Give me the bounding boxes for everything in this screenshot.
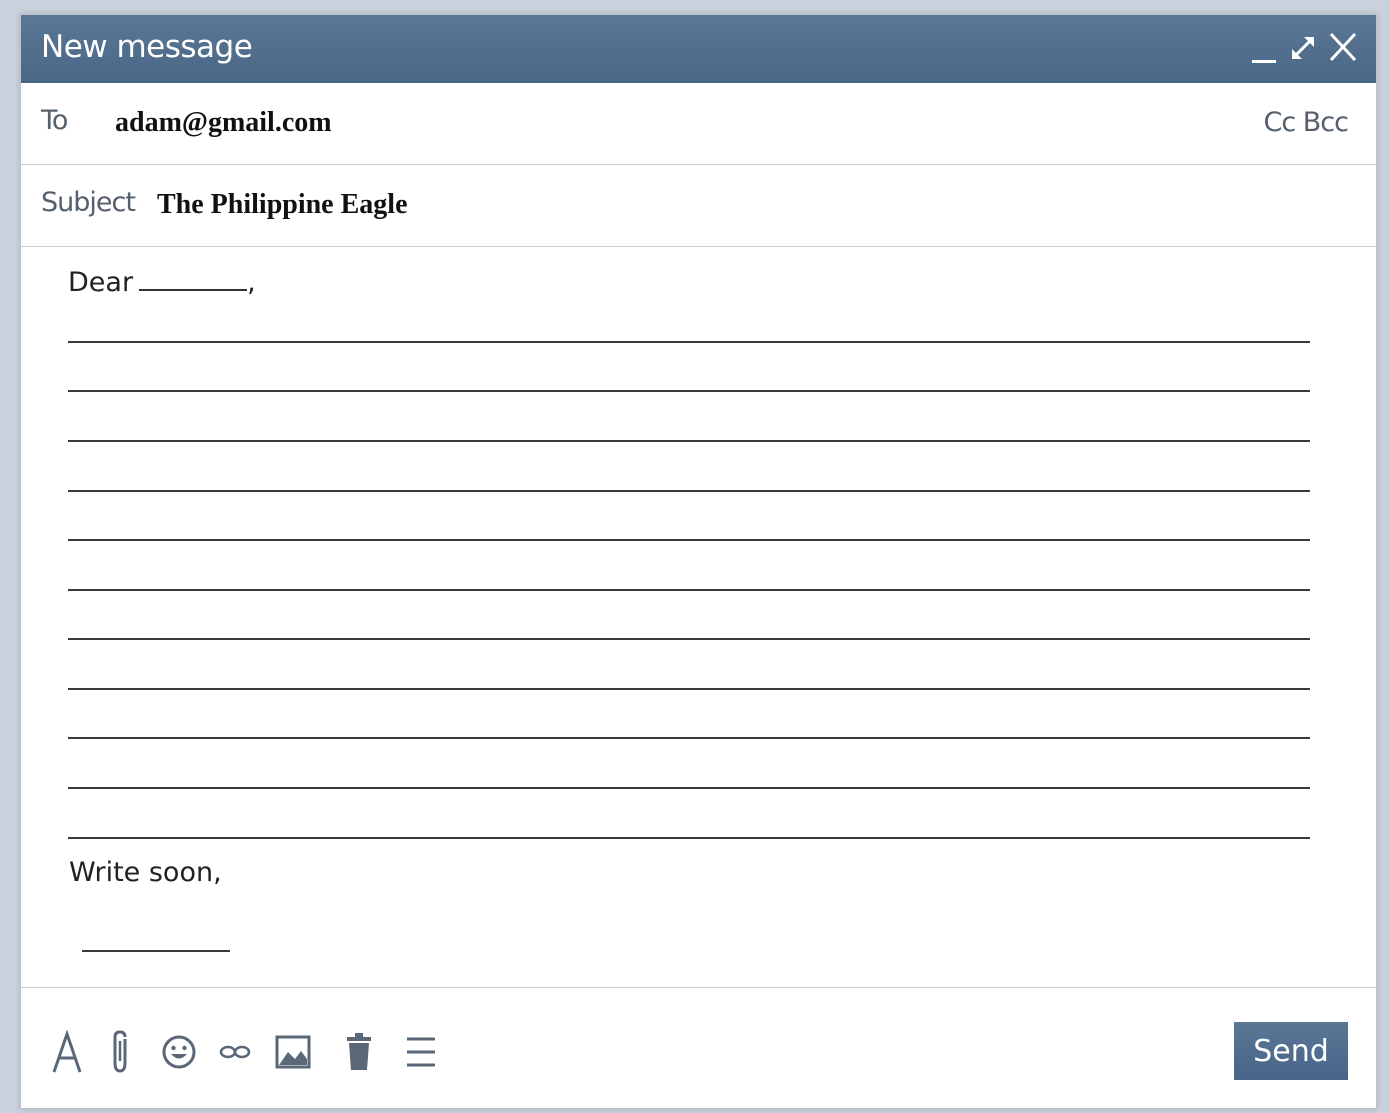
subject-field[interactable]: The Philippine Eagle — [157, 189, 408, 221]
more-options-icon[interactable] — [401, 1028, 441, 1076]
to-field[interactable]: adam@gmail.com — [115, 107, 332, 139]
text-format-icon[interactable] — [47, 1028, 87, 1076]
subject-label: Subject — [41, 187, 136, 218]
close-icon[interactable] — [1326, 25, 1360, 69]
writing-line — [68, 390, 1310, 392]
writing-line — [68, 440, 1310, 442]
to-row: To adam@gmail.com Cc Bcc — [21, 83, 1376, 165]
writing-line — [68, 539, 1310, 541]
writing-line — [68, 688, 1310, 690]
writing-line — [68, 589, 1310, 591]
message-body[interactable]: Dear, Write soon, — [21, 247, 1376, 987]
subject-row: Subject The Philippine Eagle — [21, 165, 1376, 247]
compose-toolbar: Send — [21, 987, 1376, 1110]
attachment-icon[interactable] — [101, 1028, 141, 1076]
recipient-blank — [139, 265, 248, 291]
greeting-text: Dear — [68, 267, 134, 298]
expand-icon[interactable] — [1288, 25, 1318, 69]
writing-line — [68, 837, 1310, 839]
closing-text: Write soon, — [69, 857, 222, 888]
minimize-icon[interactable] — [1250, 25, 1278, 69]
emoji-icon[interactable] — [159, 1028, 199, 1076]
writing-line — [68, 490, 1310, 492]
signature-blank — [82, 950, 230, 952]
to-label: To — [41, 105, 68, 136]
writing-line — [68, 638, 1310, 640]
image-icon[interactable] — [273, 1028, 313, 1076]
link-icon[interactable] — [215, 1028, 255, 1076]
writing-line — [68, 787, 1310, 789]
greeting-comma: , — [247, 267, 256, 298]
cc-bcc-link[interactable]: Cc Bcc — [1264, 107, 1349, 138]
trash-icon[interactable] — [339, 1028, 379, 1076]
writing-line — [68, 737, 1310, 739]
title-bar: New message — [21, 15, 1376, 83]
greeting-line: Dear, — [68, 265, 256, 298]
send-button[interactable]: Send — [1234, 1022, 1348, 1080]
writing-line — [68, 341, 1310, 343]
window-title: New message — [41, 29, 253, 65]
compose-window: New message To adam@gmail.com Cc Bcc Sub… — [20, 14, 1377, 1109]
